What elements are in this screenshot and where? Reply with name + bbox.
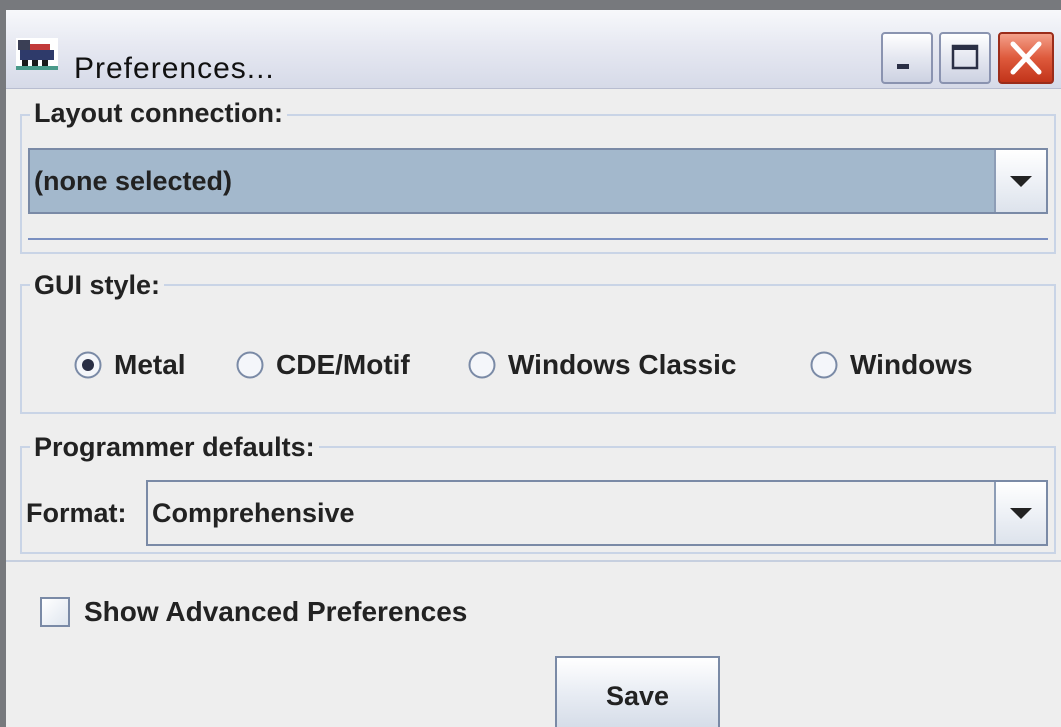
chevron-down-icon (1010, 508, 1032, 519)
radio-windows-classic[interactable]: Windows Classic (468, 340, 788, 390)
layout-connection-dropdown-button[interactable] (994, 150, 1046, 212)
format-label: Format: (26, 498, 127, 528)
radio-windows-classic-label: Windows Classic (508, 349, 737, 380)
radio-unselected-icon (468, 351, 496, 379)
format-combo[interactable]: Comprehensive (146, 480, 1048, 546)
radio-cde-motif[interactable]: CDE/Motif (236, 340, 436, 390)
show-advanced-checkbox[interactable] (40, 597, 70, 627)
radio-windows[interactable]: Windows (810, 340, 1010, 390)
minimize-button[interactable] (881, 32, 933, 84)
chevron-down-icon (1010, 176, 1032, 187)
save-button[interactable]: Save (555, 656, 720, 727)
close-icon (1010, 41, 1042, 75)
maximize-button[interactable] (939, 32, 991, 84)
locomotive-icon (16, 38, 58, 70)
programmer-defaults-legend: Programmer defaults: (30, 432, 319, 462)
radio-metal-label: Metal (114, 349, 186, 380)
radio-metal[interactable]: Metal (74, 340, 214, 390)
radio-selected-icon (74, 351, 102, 379)
format-value: Comprehensive (152, 498, 355, 528)
maximize-icon (951, 44, 979, 70)
layout-connection-value: (none selected) (34, 166, 233, 196)
window-title: Preferences... (74, 52, 275, 85)
minimize-icon (897, 64, 909, 69)
radio-windows-label: Windows (850, 349, 973, 380)
layout-connection-legend: Layout connection: (30, 98, 287, 128)
layout-connection-combo[interactable]: (none selected) (28, 148, 1048, 214)
layout-connection-separator (28, 238, 1048, 240)
format-dropdown-button[interactable] (994, 482, 1046, 544)
radio-cde-motif-label: CDE/Motif (276, 349, 410, 380)
title-bar[interactable]: Preferences... (6, 10, 1061, 89)
preferences-window: Preferences... Layout connection: (none … (0, 0, 1061, 727)
bottom-divider (6, 560, 1061, 562)
close-button[interactable] (998, 32, 1054, 84)
gui-style-legend: GUI style: (30, 270, 165, 300)
show-advanced-label[interactable]: Show Advanced Preferences (84, 596, 467, 628)
radio-unselected-icon (810, 351, 838, 379)
radio-unselected-icon (236, 351, 264, 379)
